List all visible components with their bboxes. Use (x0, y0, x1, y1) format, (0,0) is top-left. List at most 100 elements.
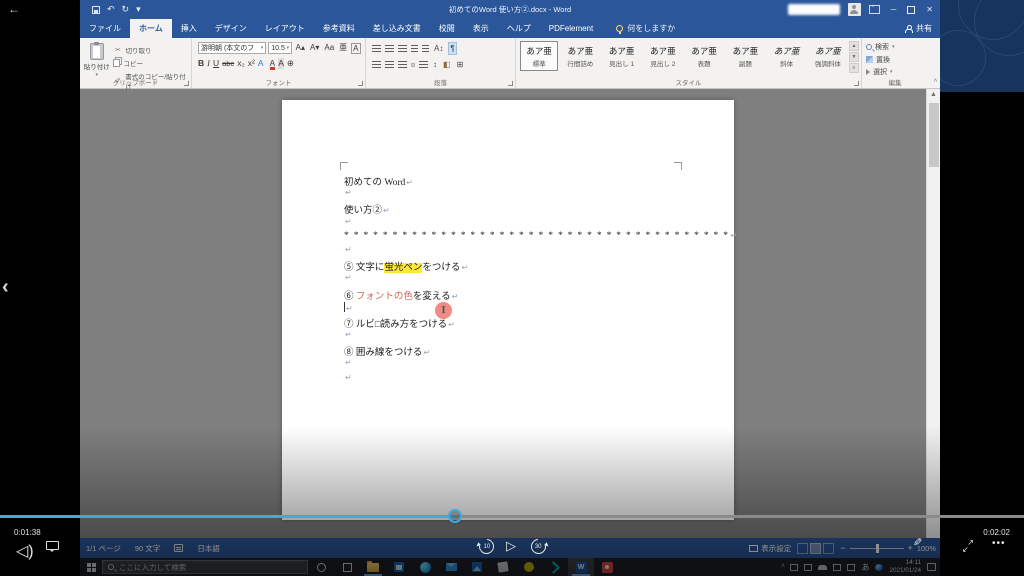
proofing-icon[interactable] (174, 544, 183, 552)
dialog-launcher[interactable] (854, 81, 859, 86)
numbering-button[interactable] (385, 45, 394, 52)
copy-button[interactable]: コピー (113, 58, 191, 68)
style-card[interactable]: あア亜 表題 (685, 41, 723, 71)
display-settings-button[interactable]: 表示設定 (749, 543, 791, 554)
align-left-button[interactable] (372, 61, 381, 68)
shrink-font-button[interactable]: A▾ (309, 42, 321, 54)
justify-button[interactable] (411, 63, 415, 67)
action-center-icon[interactable] (927, 563, 936, 571)
ribbon-tab[interactable]: ヘルプ (498, 19, 540, 38)
scroll-up-arrow[interactable]: ▲ (927, 91, 940, 98)
ribbon-tab[interactable]: ファイル (80, 19, 130, 38)
web-layout-button[interactable] (823, 543, 834, 554)
teal-app-button[interactable] (542, 558, 568, 576)
dialog-launcher[interactable] (358, 81, 363, 86)
ribbon-tab[interactable]: 校閲 (430, 19, 464, 38)
cut-button[interactable]: ✂ 切り取り (113, 45, 191, 55)
bullets-button[interactable] (372, 45, 381, 52)
close-button[interactable]: ✕ (923, 5, 936, 14)
ribbon-tab[interactable]: ホーム (130, 19, 172, 38)
font-color-button[interactable]: A (270, 58, 276, 69)
sort-button[interactable]: A↕ (433, 43, 444, 54)
bold-button[interactable]: B (198, 58, 204, 69)
dialog-launcher[interactable] (508, 81, 513, 86)
microsoft-store-button[interactable] (386, 558, 412, 576)
device-icon[interactable] (790, 564, 798, 571)
page-indicator[interactable]: 1/1 ページ (86, 543, 121, 554)
text-effects-button[interactable]: A (258, 58, 264, 69)
ribbon-tab[interactable]: レイアウト (256, 19, 314, 38)
dialog-launcher[interactable] (184, 81, 189, 86)
grow-font-button[interactable]: A▴ (294, 42, 306, 54)
start-button[interactable] (80, 558, 102, 576)
character-shading-button[interactable]: A (278, 58, 284, 69)
save-icon[interactable] (92, 6, 100, 14)
document-page[interactable]: 初めての Word↵↵使い方②↵↵* * * * * * * * * * * *… (282, 100, 734, 520)
share-button[interactable]: 共有 (905, 19, 932, 38)
ribbon-display-options-icon[interactable] (869, 5, 880, 14)
photos-button[interactable] (464, 558, 490, 576)
yellow-app-button[interactable] (516, 558, 542, 576)
ribbon-tab[interactable]: 差し込み文書 (364, 19, 430, 38)
qat-customize-button[interactable]: ▾ (136, 5, 141, 14)
underline-button[interactable]: U (213, 58, 219, 69)
italic-button[interactable]: I (207, 58, 210, 69)
zoom-slider[interactable] (850, 548, 904, 549)
previous-lesson-button[interactable]: ‹ (2, 276, 9, 299)
change-case-button[interactable]: Aa (323, 42, 336, 54)
ribbon-tab[interactable]: デザイン (206, 19, 256, 38)
undo-button[interactable]: ↶ (107, 5, 115, 14)
minimize-button[interactable]: ─ (888, 5, 900, 14)
font-name-combobox[interactable]: 游明朝 (本文のフ ▾ (198, 42, 266, 54)
snip-sketch-button[interactable] (490, 558, 516, 576)
style-card[interactable]: あア亜 強調斜体 (809, 41, 847, 71)
center-button[interactable] (385, 61, 394, 68)
annotation-pencil-button[interactable]: ✎ (913, 536, 922, 549)
recorder-app-button[interactable] (594, 558, 620, 576)
profile-sphere-icon[interactable] (875, 564, 883, 571)
seek-bar[interactable] (0, 515, 1024, 518)
tray-folder-icon[interactable] (804, 564, 812, 571)
character-border-button[interactable]: A (351, 43, 361, 54)
gallery-up-button[interactable]: ▲ (849, 41, 859, 51)
style-card[interactable]: あア亜 副題 (726, 41, 764, 71)
ribbon-tab[interactable]: 参考資料 (314, 19, 364, 38)
volume-icon[interactable] (833, 564, 841, 571)
collapse-ribbon-button[interactable]: ^ (934, 79, 937, 86)
ribbon-tab[interactable]: PDFelement (540, 19, 602, 38)
align-right-button[interactable] (398, 61, 407, 68)
taskbar-clock[interactable]: 14:11 2021/01/24 (889, 559, 921, 575)
paragraph-marks-button[interactable]: ¶ (448, 42, 456, 55)
back-button[interactable]: ← (8, 2, 20, 16)
cortana-button[interactable] (308, 558, 334, 576)
play-button[interactable]: ▷ (506, 538, 516, 554)
ribbon-tab[interactable]: 挿入 (172, 19, 206, 38)
vertical-scrollbar[interactable]: ▲ (926, 89, 940, 538)
redo-button[interactable]: ↻ (122, 5, 130, 14)
seek-bar-handle[interactable] (448, 509, 462, 523)
task-view-button[interactable] (334, 558, 360, 576)
style-card[interactable]: あア亜 斜体 (768, 41, 806, 71)
find-button[interactable]: 検索 ▾ (866, 42, 926, 52)
onedrive-icon[interactable] (818, 565, 827, 570)
superscript-button[interactable]: x² (248, 58, 255, 69)
taskbar-search-box[interactable]: ここに入力して検索 (102, 560, 308, 574)
strikethrough-button[interactable]: abc (222, 58, 234, 69)
enclose-characters-button[interactable]: ⊕ (287, 58, 294, 69)
ribbon-tab[interactable]: 表示 (464, 19, 498, 38)
hidden-icons-chevron[interactable]: ^ (781, 564, 784, 571)
style-card[interactable]: あア亜 見出し 2 (644, 41, 682, 71)
select-button[interactable]: 選択 ▾ (866, 67, 926, 77)
word-taskbar-button[interactable]: W (568, 558, 594, 576)
file-explorer-button[interactable] (360, 558, 386, 576)
zoom-out-button[interactable]: − (840, 543, 845, 553)
font-size-combobox[interactable]: 10.5 ▾ (268, 42, 292, 54)
scrollbar-thumb[interactable] (929, 103, 939, 167)
style-card[interactable]: あア亜 標準 (520, 41, 558, 71)
edge-button[interactable] (412, 558, 438, 576)
display-icon[interactable] (847, 564, 855, 571)
decrease-indent-button[interactable] (411, 45, 418, 52)
shading-button[interactable]: ◧ (442, 59, 452, 70)
volume-button[interactable]: ◁) (16, 541, 34, 561)
increase-indent-button[interactable] (422, 45, 429, 52)
